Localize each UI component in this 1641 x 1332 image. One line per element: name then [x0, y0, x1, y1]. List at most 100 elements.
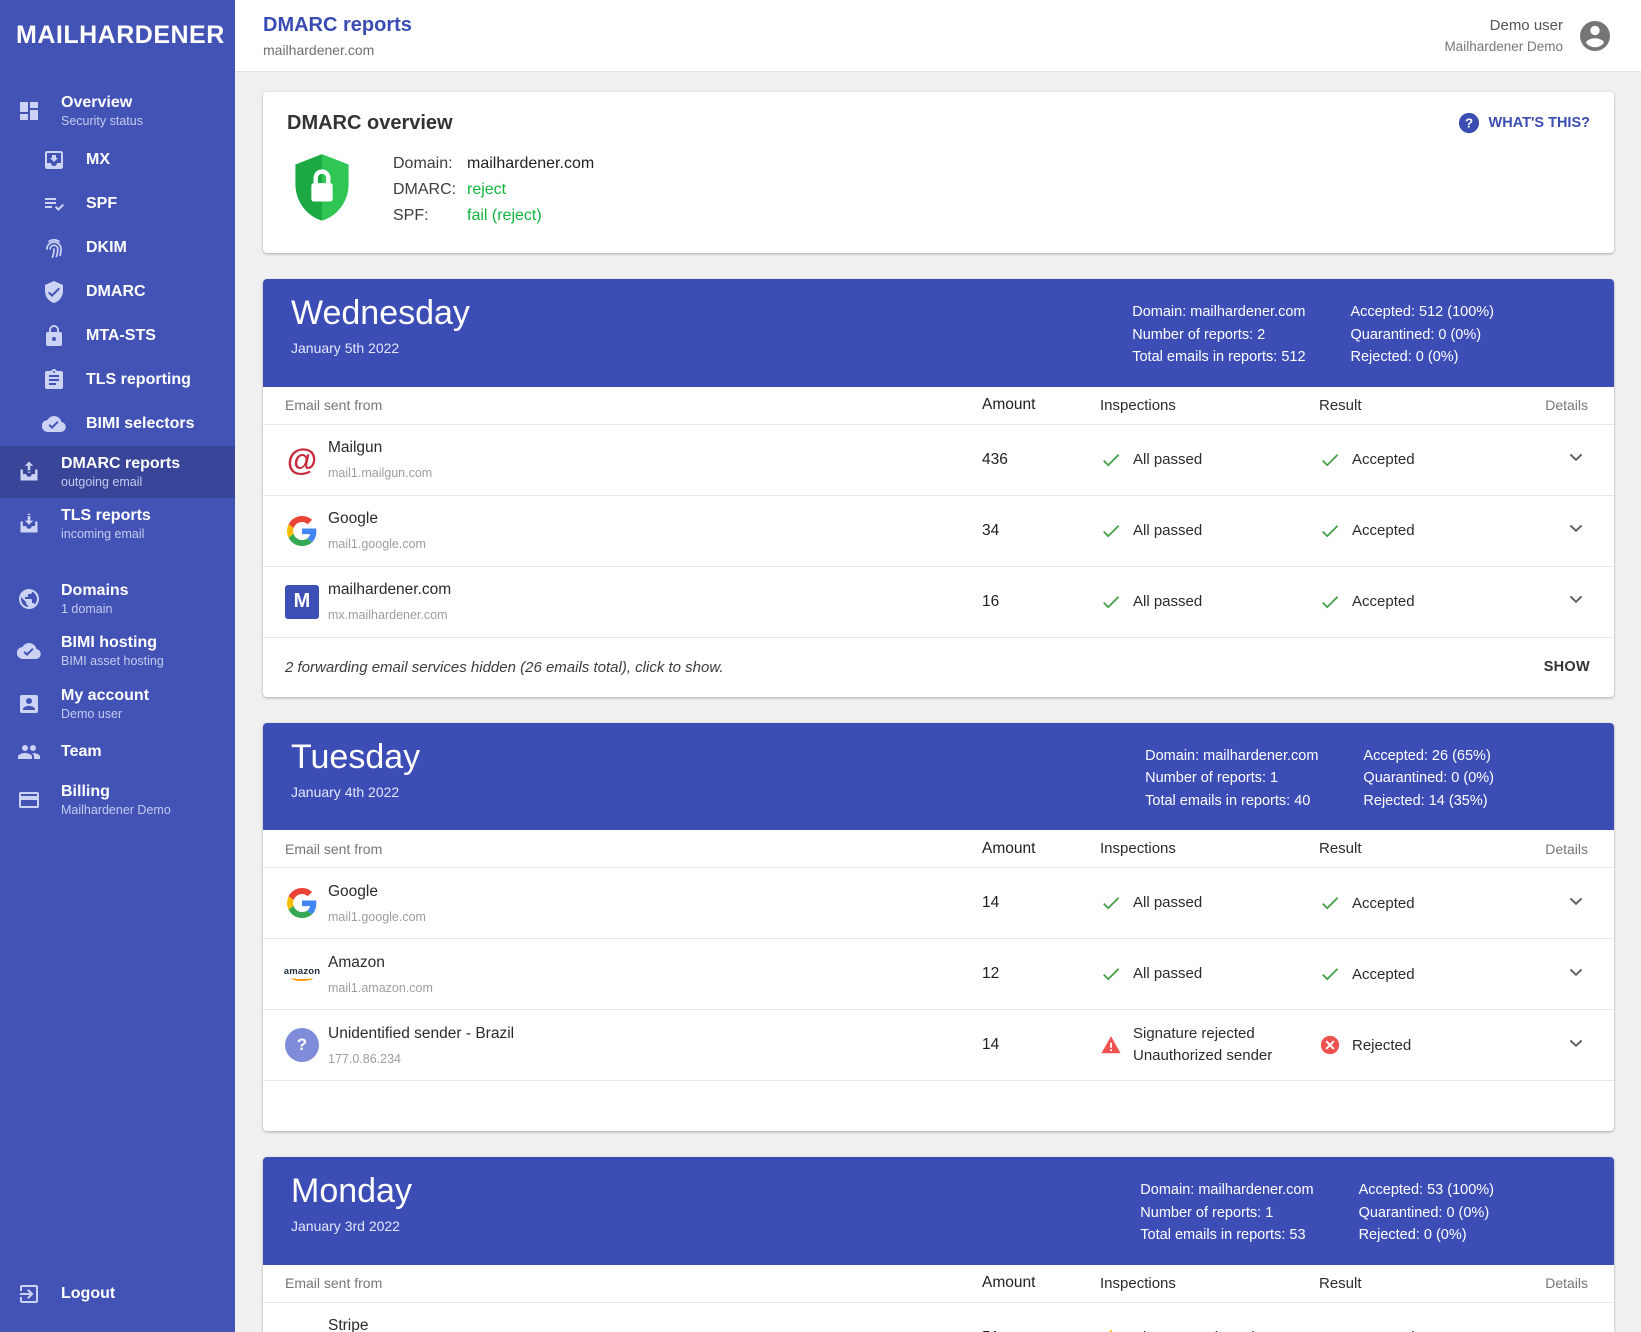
sidebar-item-sublabel: Demo user: [61, 708, 149, 721]
stat-line: Number of reports: 1: [1140, 1202, 1313, 1225]
dashboard-icon: [17, 99, 41, 123]
hidden-services-row[interactable]: 2 forwarding email services hidden (26 e…: [263, 638, 1614, 697]
column-header-result: Result: [1319, 397, 1535, 414]
globe-icon: [17, 587, 41, 611]
check-icon: [1319, 449, 1341, 471]
chevron-down-icon[interactable]: [1564, 587, 1588, 611]
chevron-down-icon[interactable]: [1564, 889, 1588, 913]
day-name: Tuesday: [291, 739, 420, 776]
show-button[interactable]: SHOW: [1544, 659, 1590, 675]
inspection-text: All passed: [1133, 520, 1202, 542]
chevron-down-icon[interactable]: [1564, 1323, 1588, 1332]
cancel-icon: [1319, 1034, 1341, 1056]
report-row-amazon[interactable]: amazon Amazon mail1.amazon.com 12 All pa…: [263, 939, 1614, 1010]
sidebar-item-sublabel: incoming email: [61, 528, 151, 541]
sidebar-item-dmarc[interactable]: DMARC: [0, 270, 235, 314]
result-label: Accepted: [1352, 522, 1415, 539]
sidebar-item-label: BIMI selectors: [86, 416, 194, 432]
column-header-inspections: Inspections: [1100, 840, 1319, 857]
sidebar-item-dkim[interactable]: DKIM: [0, 226, 235, 270]
chevron-down-icon[interactable]: [1564, 960, 1588, 984]
help-icon: ?: [1458, 112, 1480, 134]
day-name: Monday: [291, 1173, 412, 1210]
overview-field: SPF: fail (reject): [393, 203, 594, 229]
fingerprint-icon: [42, 236, 66, 260]
account-circle-icon[interactable]: [1577, 18, 1613, 54]
column-header-details: Details: [1535, 841, 1592, 857]
sidebar-item-mta-sts[interactable]: MTA-STS: [0, 314, 235, 358]
table-header: Email sent fromAmountInspectionsResultDe…: [263, 1265, 1614, 1303]
stat-line: Accepted: 512 (100%): [1351, 301, 1494, 324]
user-menu[interactable]: Demo user Mailhardener Demo: [1444, 17, 1613, 54]
sidebar-item-label: MTA-STS: [86, 328, 156, 344]
overview-field: Domain: mailhardener.com: [393, 151, 594, 177]
result-label: Accepted: [1352, 966, 1415, 983]
overview-field-value: fail (reject): [467, 203, 542, 229]
column-header-inspections: Inspections: [1100, 397, 1319, 414]
report-row-stripe[interactable]: stripe Stripe mail1.stripe.com 51 Signat…: [263, 1303, 1614, 1332]
day-name: Wednesday: [291, 295, 470, 332]
report-row-google[interactable]: Google mail1.google.com 34 All passed Ac…: [263, 496, 1614, 567]
amazon-logo: amazon: [285, 957, 319, 991]
shield-lock-icon: [293, 153, 351, 228]
chevron-down-icon[interactable]: [1564, 445, 1588, 469]
sender-host: mail1.google.com: [328, 910, 426, 924]
chevron-down-icon[interactable]: [1564, 516, 1588, 540]
logout-button[interactable]: Logout: [0, 1272, 235, 1316]
column-header-email-sent-from: Email sent from: [285, 1275, 982, 1291]
amount-value: 14: [982, 894, 1100, 912]
report-row-unidentified-sender-brazil[interactable]: ? Unidentified sender - Brazil 177.0.86.…: [263, 1010, 1614, 1081]
sidebar-nav: Overview Security status MX SPF DKIM DMA…: [0, 85, 235, 827]
column-header-details: Details: [1535, 397, 1592, 413]
column-header-result: Result: [1319, 1275, 1535, 1292]
day-cards: Wednesday January 5th 2022 Domain: mailh…: [263, 279, 1614, 1332]
inspection-text: All passed: [1133, 963, 1202, 985]
sidebar-item-spf[interactable]: SPF: [0, 182, 235, 226]
sidebar-item-label: BIMI hosting: [61, 635, 164, 651]
overview-field-value: reject: [467, 177, 506, 203]
brand-logo: MAILHARDENER: [0, 0, 235, 50]
whats-this-link[interactable]: ? WHAT'S THIS?: [1458, 112, 1590, 134]
sidebar-item-domains[interactable]: Domains 1 domain: [0, 573, 235, 626]
sidebar-item-team[interactable]: Team: [0, 730, 235, 774]
sender-host: 177.0.86.234: [328, 1052, 514, 1066]
result-label: Accepted: [1352, 451, 1415, 468]
result-label: Accepted: [1352, 593, 1415, 610]
sidebar-item-bimi-hosting[interactable]: BIMI hosting BIMI asset hosting: [0, 625, 235, 678]
amount-value: 14: [982, 1036, 1100, 1054]
day-date: January 4th 2022: [291, 784, 420, 800]
stat-line: Total emails in reports: 40: [1145, 790, 1318, 813]
day-card-monday: Monday January 3rd 2022 Domain: mailhard…: [263, 1157, 1614, 1332]
overview-title: DMARC overview: [287, 112, 1590, 135]
sidebar-item-tls-reporting[interactable]: TLS reporting: [0, 358, 235, 402]
day-stats: Domain: mailhardener.comNumber of report…: [1132, 301, 1494, 369]
day-card-tuesday: Tuesday January 4th 2022 Domain: mailhar…: [263, 723, 1614, 1132]
sidebar-item-dmarc-reports[interactable]: DMARC reports outgoing email: [0, 446, 235, 499]
overview-field-value: mailhardener.com: [467, 151, 594, 177]
amount-value: 12: [982, 965, 1100, 983]
day-stats-primary: Domain: mailhardener.comNumber of report…: [1132, 301, 1305, 369]
sender-name: Google: [328, 883, 426, 901]
credit-card-icon: [17, 788, 41, 812]
report-row-google[interactable]: Google mail1.google.com 14 All passed Ac…: [263, 868, 1614, 939]
lock-icon: [42, 324, 66, 348]
playlist-check-icon: [42, 192, 66, 216]
sidebar-item-label: TLS reporting: [86, 372, 191, 388]
sidebar-item-mx[interactable]: MX: [0, 138, 235, 182]
amount-value: 16: [982, 593, 1100, 611]
check-icon: [1100, 520, 1122, 542]
sidebar-item-bimi-selectors[interactable]: BIMI selectors: [0, 402, 235, 446]
sidebar-item-label: TLS reports: [61, 508, 151, 524]
sidebar-item-my-account[interactable]: My account Demo user: [0, 678, 235, 731]
google-logo: [285, 886, 319, 920]
inspection-text: All passed: [1133, 591, 1202, 613]
cloud-check-icon: [42, 412, 66, 436]
day-card-wednesday: Wednesday January 5th 2022 Domain: mailh…: [263, 279, 1614, 697]
sidebar-item-overview[interactable]: Overview Security status: [0, 85, 235, 138]
report-row-mailgun[interactable]: @ Mailgun mail1.mailgun.com 436 All pass…: [263, 425, 1614, 496]
report-row-mailhardener-com[interactable]: M mailhardener.com mx.mailhardener.com 1…: [263, 567, 1614, 638]
chevron-down-icon[interactable]: [1564, 1031, 1588, 1055]
sidebar-item-sublabel: outgoing email: [61, 476, 180, 489]
sidebar-item-tls-reports[interactable]: TLS reports incoming email: [0, 498, 235, 551]
sidebar-item-billing[interactable]: Billing Mailhardener Demo: [0, 774, 235, 827]
